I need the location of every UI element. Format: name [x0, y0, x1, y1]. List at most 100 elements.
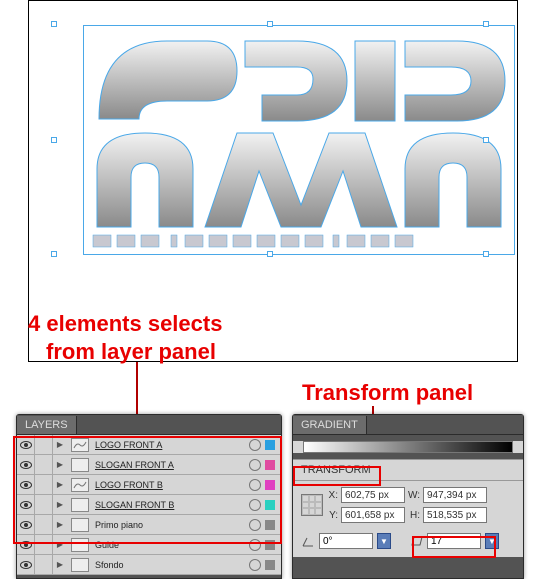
- layer-row[interactable]: ▶ SLOGAN FRONT A: [17, 455, 281, 475]
- artboard: [28, 0, 518, 362]
- x-label: X:: [327, 490, 341, 501]
- handle-e[interactable]: [483, 137, 489, 143]
- h-label: H:: [405, 510, 423, 521]
- lock-cell[interactable]: [35, 555, 53, 575]
- handle-w[interactable]: [51, 137, 57, 143]
- layer-thumbnail: [71, 518, 89, 532]
- caption-layers: 4 elements selects from layer panel: [28, 310, 222, 365]
- layer-row[interactable]: ▶ LOGO FRONT B: [17, 475, 281, 495]
- selection-color-chip: [265, 460, 275, 470]
- selection-color-chip: [265, 480, 275, 490]
- layer-row[interactable]: ▶ Primo piano: [17, 515, 281, 535]
- disclosure-triangle-icon[interactable]: ▶: [53, 435, 67, 455]
- angle-field[interactable]: 0°: [319, 533, 373, 549]
- handle-n[interactable]: [267, 21, 273, 27]
- rotate-angle-icon: [301, 534, 315, 548]
- visibility-icon[interactable]: [17, 495, 35, 515]
- transform-panel-header: TRANSFORM: [293, 459, 523, 481]
- angle-dropdown[interactable]: ▼: [377, 533, 391, 549]
- lock-cell[interactable]: [35, 435, 53, 455]
- handle-s[interactable]: [267, 251, 273, 257]
- disclosure-triangle-icon[interactable]: ▶: [53, 475, 67, 495]
- gradient-panel-body: [293, 441, 523, 453]
- gradient-transform-panel: GRADIENT TRANSFORM X: 602,75 px W: 947,3…: [292, 414, 524, 579]
- transform-angle-row: 0° ▼ 17 ▼: [293, 529, 523, 557]
- caption-transform: Transform panel: [302, 380, 473, 406]
- visibility-icon[interactable]: [17, 435, 35, 455]
- lock-cell[interactable]: [35, 515, 53, 535]
- handle-se[interactable]: [483, 251, 489, 257]
- artwork-logo[interactable]: [87, 29, 511, 251]
- gradient-preview-bar[interactable]: [303, 441, 513, 453]
- disclosure-triangle-icon[interactable]: ▶: [53, 535, 67, 555]
- handle-ne[interactable]: [483, 21, 489, 27]
- caption-layers-line1: 4 elements selects: [28, 310, 222, 338]
- lock-cell[interactable]: [35, 475, 53, 495]
- visibility-icon[interactable]: [17, 455, 35, 475]
- selection-color-chip: [265, 520, 275, 530]
- layer-name[interactable]: Guide: [93, 540, 249, 550]
- reference-point-selector[interactable]: [301, 494, 323, 516]
- layer-thumbnail: [71, 458, 89, 472]
- layer-name[interactable]: LOGO FRONT A: [93, 440, 249, 450]
- layers-panel-body: ▶ LOGO FRONT A ▶ SLOGAN FRONT A ▶ LOGO F…: [17, 435, 281, 575]
- selection-color-chip: [265, 540, 275, 550]
- layer-row[interactable]: ▶ SLOGAN FRONT B: [17, 495, 281, 515]
- target-icon[interactable]: [249, 499, 261, 511]
- target-icon[interactable]: [249, 519, 261, 531]
- gradient-tab[interactable]: GRADIENT: [293, 416, 367, 434]
- layer-thumbnail: [71, 438, 89, 452]
- x-field[interactable]: 602,75 px: [341, 487, 405, 503]
- transform-tab[interactable]: TRANSFORM: [293, 461, 379, 479]
- layer-name[interactable]: SLOGAN FRONT A: [93, 460, 249, 470]
- target-icon[interactable]: [249, 439, 261, 451]
- angle-value: 0°: [323, 536, 333, 547]
- layer-row[interactable]: ▶ LOGO FRONT A: [17, 435, 281, 455]
- handle-sw[interactable]: [51, 251, 57, 257]
- gradient-panel-header: GRADIENT: [293, 415, 523, 435]
- layer-thumbnail: [71, 538, 89, 552]
- disclosure-triangle-icon[interactable]: ▶: [53, 555, 67, 575]
- h-field[interactable]: 518,535 px: [423, 507, 487, 523]
- visibility-icon[interactable]: [17, 555, 35, 575]
- w-label: W:: [405, 490, 423, 501]
- selection-color-chip: [265, 440, 275, 450]
- visibility-icon[interactable]: [17, 515, 35, 535]
- w-value: 947,394 px: [427, 490, 477, 501]
- layers-tab[interactable]: LAYERS: [17, 416, 77, 434]
- visibility-icon[interactable]: [17, 535, 35, 555]
- h-value: 518,535 px: [427, 510, 477, 521]
- target-icon[interactable]: [249, 459, 261, 471]
- layer-name[interactable]: LOGO FRONT B: [93, 480, 249, 490]
- disclosure-triangle-icon[interactable]: ▶: [53, 495, 67, 515]
- layer-row[interactable]: ▶ Guide: [17, 535, 281, 555]
- y-label: Y:: [327, 510, 341, 521]
- w-field[interactable]: 947,394 px: [423, 487, 487, 503]
- selection-color-chip: [265, 500, 275, 510]
- layer-row[interactable]: ▶ Sfondo: [17, 555, 281, 575]
- transform-panel-body: X: 602,75 px W: 947,394 px Y: 601,658 px…: [293, 481, 523, 529]
- y-field[interactable]: 601,658 px: [341, 507, 405, 523]
- layer-name[interactable]: SLOGAN FRONT B: [93, 500, 249, 510]
- layer-thumbnail: [71, 498, 89, 512]
- lock-cell[interactable]: [35, 535, 53, 555]
- disclosure-triangle-icon[interactable]: ▶: [53, 515, 67, 535]
- disclosure-triangle-icon[interactable]: ▶: [53, 455, 67, 475]
- layer-name[interactable]: Primo piano: [93, 520, 249, 530]
- lock-cell[interactable]: [35, 455, 53, 475]
- x-value: 602,75 px: [345, 490, 389, 501]
- shear-dropdown[interactable]: ▼: [485, 533, 499, 549]
- layer-name[interactable]: Sfondo: [93, 560, 249, 570]
- shear-icon: [409, 534, 423, 548]
- layer-thumbnail: [71, 478, 89, 492]
- lock-cell[interactable]: [35, 495, 53, 515]
- target-icon[interactable]: [249, 479, 261, 491]
- caption-layers-line2: from layer panel: [28, 338, 222, 366]
- target-icon[interactable]: [249, 559, 261, 571]
- selection-color-chip: [265, 560, 275, 570]
- shear-field[interactable]: 17: [427, 533, 481, 549]
- visibility-icon[interactable]: [17, 475, 35, 495]
- target-icon[interactable]: [249, 539, 261, 551]
- layers-panel-header: LAYERS: [17, 415, 281, 435]
- handle-nw[interactable]: [51, 21, 57, 27]
